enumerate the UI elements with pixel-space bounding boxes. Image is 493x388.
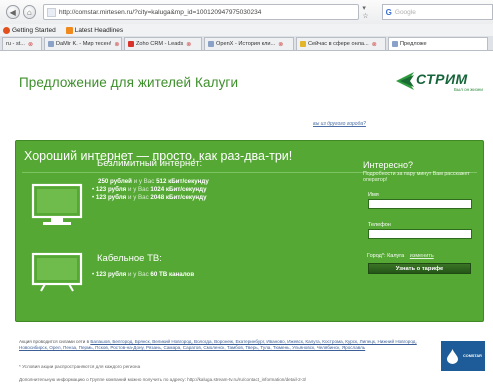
footer-note: * Условия акции распространяются для каж…	[19, 364, 141, 369]
bookmark-getting-started[interactable]: Getting Started	[3, 26, 56, 34]
drop-icon	[447, 349, 458, 364]
bookmark-latest-headlines[interactable]: Latest Headlines	[65, 26, 123, 34]
change-city-link[interactable]: изменить	[410, 253, 434, 259]
internet-rate-row: • 123 рубля и у Вас 2048 кБит/секунду	[92, 194, 207, 201]
address-dropdown-icon[interactable]: ▾ ☆	[362, 4, 373, 20]
search-box[interactable]: G Google	[381, 4, 493, 20]
footer-more-info: Дополнительную информацию о Группе компа…	[19, 377, 307, 382]
tab-5-active[interactable]: Предложе	[388, 37, 488, 50]
address-bar[interactable]: http://comstar.mirtesen.ru/?city=kaluga&…	[43, 4, 360, 20]
tab-0[interactable]: ru - st... ⊗	[2, 37, 42, 50]
close-tab-icon[interactable]: ⊗	[278, 41, 283, 48]
home-icon[interactable]: ⌂	[22, 5, 36, 19]
tab-3[interactable]: OpenX - История кли... ⊗	[204, 37, 294, 50]
zoho-icon	[128, 41, 134, 47]
page-title: Предложение для жителей Калуги	[19, 75, 239, 90]
tv-icon	[31, 252, 83, 292]
tab-4[interactable]: Сейчас в сфере онла... ⊗	[296, 37, 386, 50]
logo-text: СТРИМ	[416, 71, 468, 87]
logo-tagline: Был он жизни	[454, 87, 483, 92]
submit-request-button[interactable]: Узнать о тарифе	[368, 263, 471, 274]
city-label: Город*: Калуга	[367, 253, 405, 259]
other-city-link[interactable]: вы из другого города?	[313, 121, 366, 127]
internet-section-title: Безлимитный интернет:	[97, 158, 203, 169]
stream-logo[interactable]: СТРИМ Был он жизни	[394, 70, 486, 94]
tab-strip: ru - st... ⊗ DaMir K. - Мир тесен! ⊗ Zoh…	[0, 36, 493, 51]
tab-favicon-icon	[208, 41, 214, 47]
close-tab-icon[interactable]: ⊗	[372, 41, 377, 48]
search-placeholder: Google	[394, 8, 416, 16]
google-search-icon: G	[385, 7, 392, 17]
form-title: Интересно?	[363, 160, 413, 170]
tab-1[interactable]: DaMir K. - Мир тесен! ⊗	[44, 37, 122, 50]
phone-label: Телефон	[368, 222, 391, 228]
name-input[interactable]	[368, 199, 472, 209]
browser-window: ◀ ⌂ http://comstar.mirtesen.ru/?city=kal…	[0, 0, 493, 388]
footer-cities-text: Акция проводится силами сети в Балашов, …	[19, 339, 417, 350]
rss-icon	[65, 26, 73, 34]
tab-2[interactable]: Zoho CRM - Leads ⊗	[124, 37, 202, 50]
close-tab-icon[interactable]: ⊗	[28, 41, 33, 48]
computer-monitor-icon	[31, 183, 83, 225]
city-row: Город*: Калуга изменить	[367, 253, 434, 259]
comstar-badge[interactable]: COMSTAR	[441, 341, 485, 371]
tab-favicon-icon	[392, 41, 398, 47]
name-label: Имя	[368, 192, 379, 198]
firefox-icon	[3, 26, 10, 34]
back-button[interactable]: ◀	[6, 5, 20, 19]
internet-rate-row: 250 рублей и у Вас 512 кБит/секунду	[98, 178, 209, 185]
internet-rate-row: • 123 рубля и у Вас 1024 кБит/секунду	[92, 186, 207, 193]
bookmarks-bar: Getting Started Latest Headlines	[0, 24, 493, 36]
url-text: http://comstar.mirtesen.ru/?city=kaluga&…	[59, 8, 262, 16]
star-icon	[300, 41, 306, 47]
close-tab-icon[interactable]: ⊗	[114, 41, 119, 48]
badge-text: COMSTAR	[463, 354, 482, 358]
form-description: Подробности за пару минут Вам расскажет …	[363, 171, 470, 184]
close-tab-icon[interactable]: ⊗	[186, 41, 191, 48]
tv-section-title: Кабельное ТВ:	[97, 253, 162, 264]
logo-arrow-icon	[396, 72, 414, 90]
tab-favicon-icon	[48, 41, 54, 47]
navigation-toolbar: ◀ ⌂ http://comstar.mirtesen.ru/?city=kal…	[0, 0, 493, 24]
phone-input[interactable]	[368, 229, 472, 239]
site-favicon-icon	[47, 7, 56, 17]
tv-rate-row: • 123 рубля и у Вас 60 ТВ каналов	[92, 271, 195, 278]
